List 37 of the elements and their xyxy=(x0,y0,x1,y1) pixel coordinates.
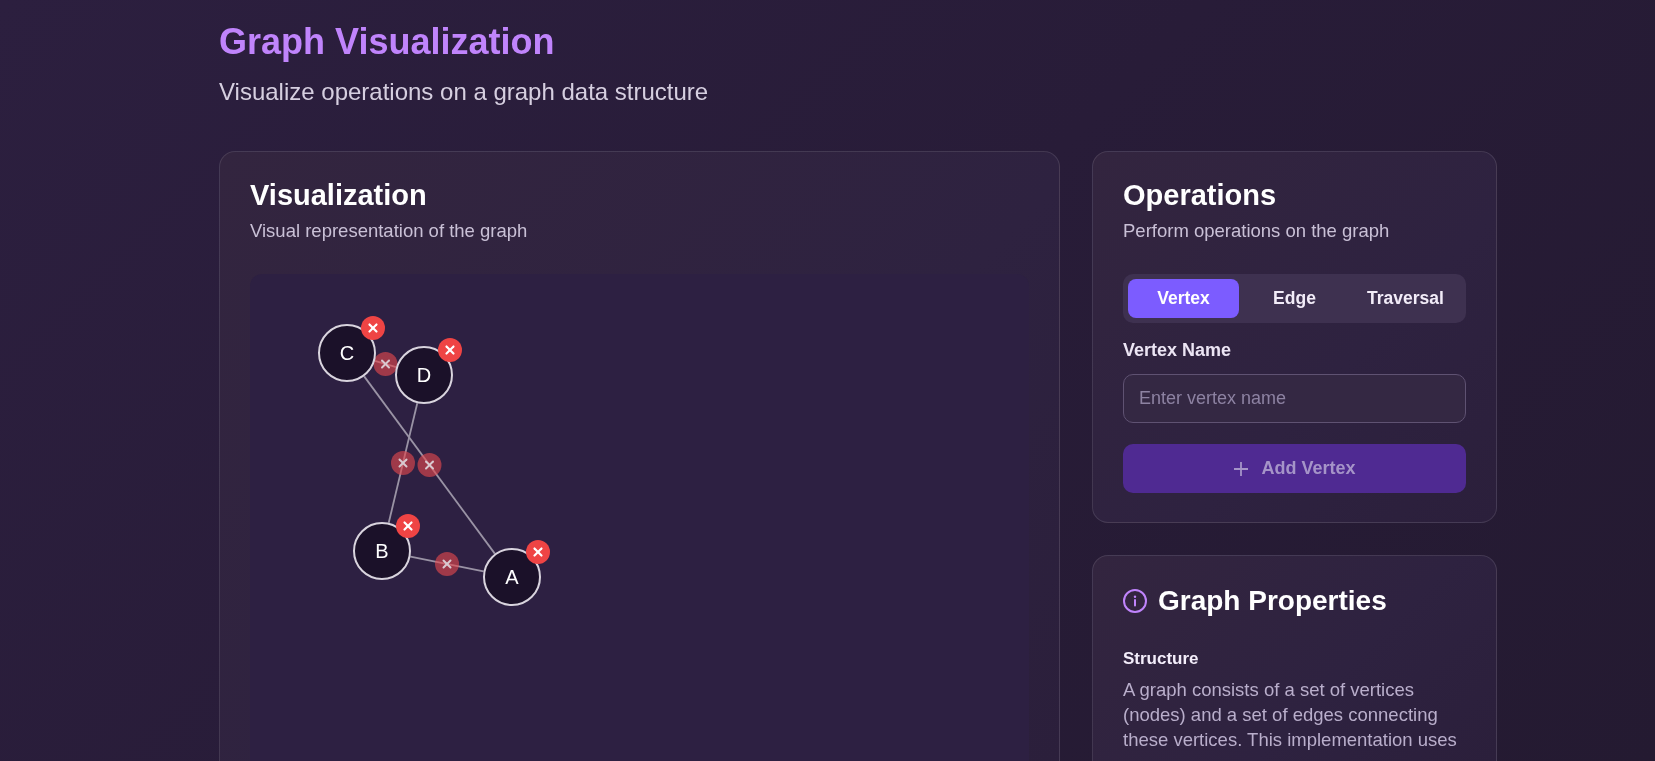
field-label: Vertex Name xyxy=(1123,339,1233,362)
delete-vertex-button[interactable] xyxy=(438,338,462,362)
page-subtitle: Visualize operations on a graph data structure xyxy=(219,77,710,107)
card-title: Operations xyxy=(1123,178,1278,213)
close-icon xyxy=(368,323,378,333)
close-icon xyxy=(398,458,408,468)
delete-edge-button[interactable] xyxy=(373,352,398,376)
close-icon xyxy=(381,359,390,369)
card-title: Graph Properties xyxy=(1158,584,1387,618)
delete-edge-button[interactable] xyxy=(435,552,459,576)
delete-vertex-button[interactable] xyxy=(396,514,420,538)
close-icon xyxy=(445,345,455,355)
vertex-node: A xyxy=(483,548,541,606)
card-subtitle: Perform operations on the graph xyxy=(1123,219,1391,243)
close-icon xyxy=(425,460,434,470)
tab[interactable]: Traversal xyxy=(1350,279,1461,318)
vertex-name-input[interactable]: Enter vertex name xyxy=(1123,374,1466,423)
graph-edge xyxy=(374,360,397,368)
info-icon xyxy=(1123,589,1147,613)
close-icon xyxy=(533,547,543,557)
vertex-node: B xyxy=(353,522,411,580)
plus-icon xyxy=(1233,460,1250,477)
tab[interactable]: Edge xyxy=(1239,279,1350,318)
close-icon xyxy=(442,559,452,569)
vertex-node: C xyxy=(318,324,376,382)
delete-vertex-button[interactable] xyxy=(361,316,385,340)
description-text: A graph consists of a set of vertices (nodes) and a set of edges connecting these vertices. This implementation uses xyxy=(1123,678,1458,752)
close-icon xyxy=(403,521,413,531)
delete-vertex-button[interactable] xyxy=(526,540,550,564)
card-title: Visualization xyxy=(250,178,428,213)
delete-edge-button[interactable] xyxy=(391,451,415,475)
page-title: Graph Visualization xyxy=(219,22,556,62)
delete-edge-button[interactable] xyxy=(417,453,442,477)
tab[interactable]: Vertex xyxy=(1128,279,1239,318)
card-subtitle: Visual representation of the graph xyxy=(250,219,529,243)
section-heading: Structure xyxy=(1123,648,1200,670)
vertex-node: D xyxy=(395,346,453,404)
